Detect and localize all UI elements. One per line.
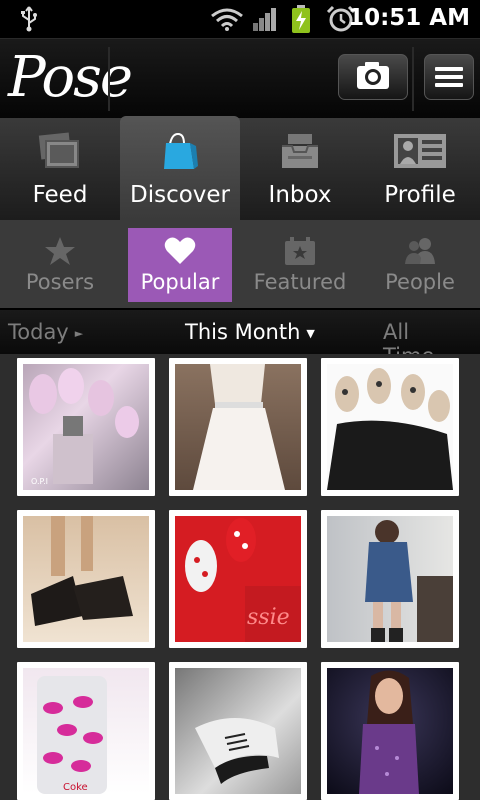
calendar-star-icon bbox=[285, 237, 315, 265]
leopard-nails-illustration bbox=[327, 368, 453, 490]
photo-image bbox=[327, 364, 453, 490]
photos-icon bbox=[38, 132, 79, 168]
tab-feed[interactable]: Feed bbox=[0, 118, 120, 220]
usb-icon bbox=[21, 6, 37, 32]
wifi-icon bbox=[211, 8, 243, 31]
photo-caption: O.P.I bbox=[31, 477, 48, 486]
photo-image bbox=[175, 364, 301, 490]
filter-this-month[interactable]: This Month ▼ bbox=[185, 320, 315, 344]
filter-label: Today bbox=[8, 320, 69, 344]
photo-tile[interactable]: Coke bbox=[17, 662, 155, 800]
heart-icon bbox=[164, 237, 196, 264]
discover-subtab-bar: Posers Popular Featured People bbox=[0, 220, 480, 308]
signal-icon bbox=[253, 8, 276, 31]
filter-today[interactable]: Today ► bbox=[8, 320, 83, 344]
status-bar: 10:51 AM bbox=[0, 0, 480, 38]
star-icon bbox=[45, 237, 75, 265]
app-logo: Pose bbox=[8, 45, 133, 110]
photo-caption: Coke bbox=[63, 782, 88, 793]
photo-image bbox=[175, 668, 301, 794]
photo-tile[interactable] bbox=[169, 662, 307, 800]
nail-art-illustration: O.P.I bbox=[29, 368, 139, 486]
menu-icon bbox=[435, 67, 463, 87]
shopping-bag-icon bbox=[164, 132, 198, 169]
photo-tile[interactable] bbox=[321, 662, 459, 800]
photo-image bbox=[327, 516, 453, 642]
white-dress-illustration bbox=[193, 364, 285, 490]
profile-card-icon bbox=[394, 134, 446, 168]
header-divider bbox=[412, 47, 414, 111]
photo-tile[interactable]: ssie bbox=[169, 510, 307, 648]
photo-tile[interactable] bbox=[169, 358, 307, 496]
photo-image bbox=[23, 516, 149, 642]
subtab-label: People bbox=[385, 270, 455, 294]
polka-dot-nails-illustration: ssie bbox=[185, 518, 301, 642]
filter-label: This Month bbox=[185, 320, 301, 344]
denim-dress-illustration bbox=[365, 520, 453, 642]
main-tab-bar: Feed Discover Inbox Profile bbox=[0, 116, 480, 220]
subtab-people[interactable]: People bbox=[368, 228, 472, 302]
photo-grid: O.P.I ssie Coke bbox=[0, 354, 480, 800]
photo-image bbox=[327, 668, 453, 794]
soda-can-illustration: Coke bbox=[37, 676, 107, 794]
menu-button[interactable] bbox=[424, 54, 474, 100]
subtab-label: Popular bbox=[140, 270, 220, 294]
status-time: 10:51 AM bbox=[348, 5, 470, 31]
photo-tile[interactable] bbox=[17, 510, 155, 648]
photo-tile[interactable] bbox=[321, 510, 459, 648]
subtab-label: Posers bbox=[25, 270, 95, 294]
tab-label: Discover bbox=[129, 182, 231, 208]
time-filter-bar: Today► This Month▼ All Time► bbox=[0, 310, 480, 368]
tab-label: Profile bbox=[384, 182, 456, 208]
photo-image: ssie bbox=[175, 516, 301, 642]
photo-tile[interactable] bbox=[321, 358, 459, 496]
photo-tile[interactable]: O.P.I bbox=[17, 358, 155, 496]
arrow-right-icon: ► bbox=[74, 327, 84, 340]
subtab-featured[interactable]: Featured bbox=[248, 228, 352, 302]
tab-profile[interactable]: Profile bbox=[360, 118, 480, 220]
header-divider bbox=[108, 47, 110, 111]
tab-discover[interactable]: Discover bbox=[120, 116, 240, 220]
wedge-shoes-illustration bbox=[31, 516, 133, 626]
camera-button[interactable] bbox=[338, 54, 408, 100]
subtab-posers[interactable]: Posers bbox=[8, 228, 112, 302]
lace-up-heels-illustration bbox=[195, 718, 279, 784]
camera-icon bbox=[357, 62, 389, 89]
tab-inbox[interactable]: Inbox bbox=[240, 118, 360, 220]
subtab-label: Featured bbox=[253, 270, 347, 294]
arrow-down-icon: ▼ bbox=[306, 327, 315, 340]
performer-illustration bbox=[359, 670, 419, 794]
inbox-tray-icon bbox=[282, 134, 318, 168]
subtab-popular[interactable]: Popular bbox=[128, 228, 232, 302]
photo-image: O.P.I bbox=[23, 364, 149, 490]
svg-text:ssie: ssie bbox=[247, 605, 290, 630]
battery-charging-icon bbox=[292, 5, 310, 33]
tab-label: Inbox bbox=[268, 182, 332, 208]
photo-image: Coke bbox=[23, 668, 149, 794]
app-header: Pose bbox=[0, 38, 480, 119]
people-icon bbox=[405, 238, 435, 264]
tab-label: Feed bbox=[32, 182, 88, 208]
